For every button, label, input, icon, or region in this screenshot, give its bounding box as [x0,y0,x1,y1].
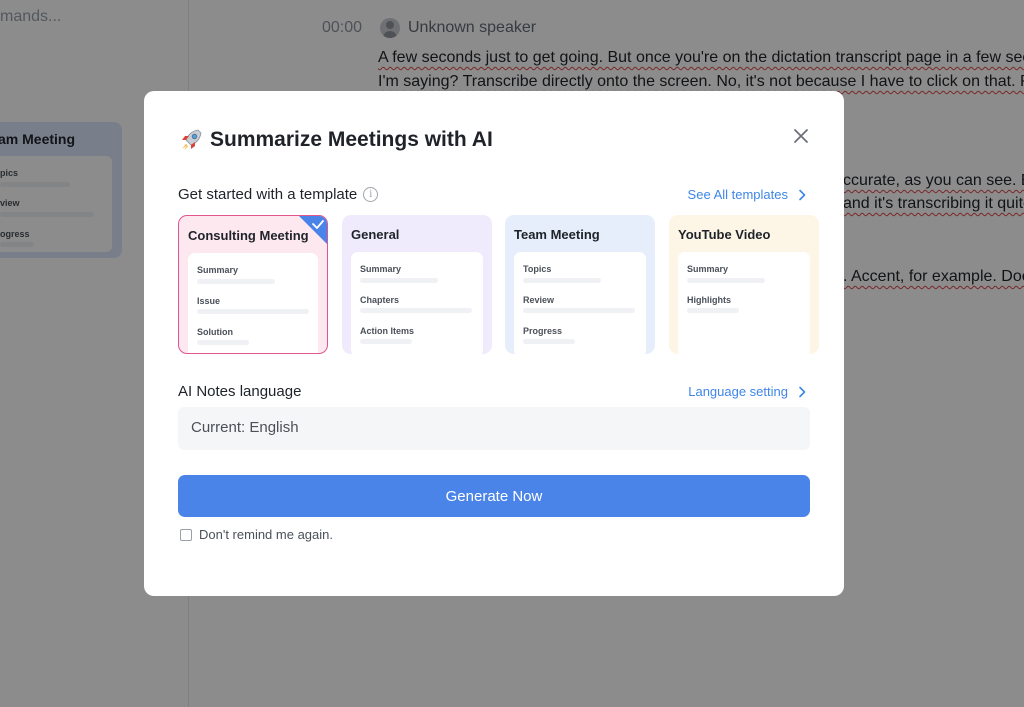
placeholder-bar [523,278,601,283]
placeholder-bar [360,308,472,313]
template-row: Action Items [360,326,415,336]
language-setting-text: Language setting [688,384,788,399]
template-row: Summary [360,264,402,274]
template-card-team-meeting[interactable]: Team Meeting Topics Review Progress [505,215,655,354]
placeholder-bar [197,309,309,314]
placeholder-bar [197,279,275,284]
template-row: Review [523,295,555,305]
info-icon[interactable]: i [363,187,379,202]
placeholder-bar [687,308,739,313]
placeholder-bar [523,308,635,313]
see-all-templates-text: See All templates [687,187,788,202]
placeholder-bar [687,278,765,283]
template-card-youtube-video[interactable]: YouTube Video Summary Highlights [669,215,819,354]
template-preview: Summary Chapters Action Items [351,252,483,354]
chevron-right-icon [799,189,806,200]
template-row: Chapters [360,295,400,305]
chevron-right-icon [799,386,806,397]
template-name: Consulting Meeting [188,228,309,243]
placeholder-bar [360,339,412,344]
template-row: Issue [197,296,221,306]
template-row: Highlights [687,295,731,305]
template-card-consulting-meeting[interactable]: Consulting Meeting Summary Issue Solutio… [178,215,328,354]
language-setting-link[interactable]: Language setting [688,384,806,399]
selected-check-icon [299,216,327,244]
rocket-icon [182,129,202,150]
template-section-text: Get started with a template [178,186,358,203]
close-icon[interactable] [792,127,810,145]
template-row: Solution [197,327,233,337]
placeholder-bar [360,278,438,283]
language-section-label: AI Notes language [178,383,302,400]
template-row: Summary [687,264,729,274]
template-section-label: Get started with a template i [178,186,379,203]
template-name: Team Meeting [514,227,600,242]
generate-now-button[interactable]: Generate Now [178,475,810,517]
template-name: YouTube Video [678,227,771,242]
template-preview: Topics Review Progress [514,252,646,354]
dont-remind-label: Don't remind me again. [199,527,333,542]
placeholder-bar [197,340,249,345]
dont-remind-checkbox[interactable] [180,528,192,541]
template-name: General [351,227,400,242]
current-language-display: Current: English [178,407,810,450]
summarize-modal: Summarize Meetings with AI Get started w… [144,91,844,596]
see-all-templates-link[interactable]: See All templates [688,187,806,202]
template-preview: Summary Highlights [678,252,810,354]
modal-title: Summarize Meetings with AI [178,127,493,153]
modal-title-text: Summarize Meetings with AI [210,128,493,151]
template-card-general[interactable]: General Summary Chapters Action Items [342,215,492,354]
template-row: Progress [523,326,563,336]
template-preview: Summary Issue Solution [188,253,318,353]
template-row: Summary [197,265,239,275]
placeholder-bar [523,339,575,344]
dont-remind-option[interactable]: Don't remind me again. [180,527,333,542]
template-row: Topics [523,264,552,274]
